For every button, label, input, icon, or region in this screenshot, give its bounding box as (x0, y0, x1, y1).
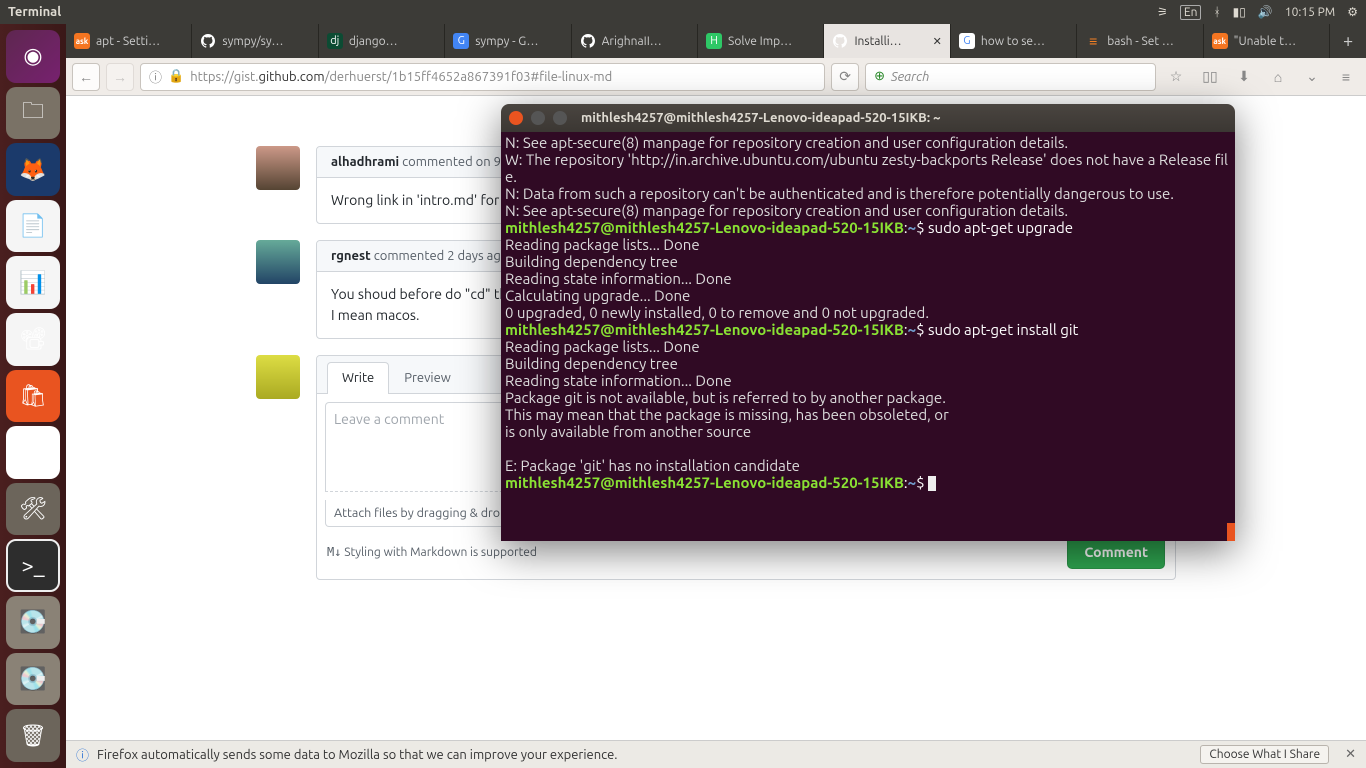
bluetooth-icon[interactable]: ᚼ (1213, 6, 1220, 19)
sound-icon[interactable]: 🔊 (1258, 5, 1273, 19)
favicon: ≡ (1085, 33, 1101, 49)
terminal-window[interactable]: mithlesh4257@mithlesh4257-Lenovo-ideapad… (501, 104, 1235, 541)
downloads-icon[interactable]: ⬇ (1230, 63, 1258, 91)
settings-icon[interactable]: 🛠 (6, 483, 60, 536)
forward-button: → (106, 63, 134, 91)
terminal-titlebar[interactable]: mithlesh4257@mithlesh4257-Lenovo-ideapad… (501, 104, 1235, 132)
close-icon[interactable]: ✕ (1345, 747, 1356, 762)
browser-tab[interactable]: H Solve Imp… (698, 24, 824, 58)
info-icon: ⓘ (76, 745, 89, 764)
system-tray: ⚞ En ᚼ ▮▯ 🔊 10:15 PM ⚙ (1157, 5, 1358, 20)
tab-preview[interactable]: Preview (389, 362, 466, 393)
amazon-icon[interactable]: a (6, 426, 60, 479)
tab-label: ArighnaII… (602, 35, 662, 48)
dash-icon[interactable]: ◉ (6, 30, 60, 83)
search-input[interactable]: ⊕ Search (865, 63, 1156, 91)
avatar[interactable] (256, 240, 300, 284)
maximize-icon[interactable] (553, 111, 567, 125)
browser-tab[interactable]: sympy/sy… (192, 24, 318, 58)
close-icon[interactable] (509, 111, 523, 125)
keyboard-indicator[interactable]: En (1180, 5, 1202, 20)
writer-icon[interactable]: 📄 (6, 200, 60, 253)
disk-icon-2[interactable]: 💽 (6, 653, 60, 706)
favicon: dj (327, 33, 343, 49)
trash-icon[interactable]: 🗑 (6, 709, 60, 762)
system-menubar: Terminal ⚞ En ᚼ ▮▯ 🔊 10:15 PM ⚙ (0, 0, 1366, 24)
browser-tab[interactable]: ArighnaII… (572, 24, 698, 58)
browser-tab[interactable]: Ghow to se… (951, 24, 1077, 58)
info-icon[interactable]: ⓘ (149, 67, 162, 86)
new-tab-button[interactable]: + (1330, 24, 1366, 58)
tab-label: "Unable t… (1234, 35, 1296, 48)
terminal-icon[interactable]: >_ (6, 539, 60, 592)
browser-toolbar: ← → ⓘ 🔒 https://gist.github.com/derhuers… (66, 58, 1366, 96)
tab-write[interactable]: Write (327, 362, 389, 394)
tab-label: bash - Set … (1107, 35, 1174, 48)
library-icon[interactable]: ▯▯ (1196, 63, 1224, 91)
tab-label: sympy - G… (475, 35, 538, 48)
tab-label: sympy/sy… (222, 35, 283, 48)
favicon: ask (1212, 33, 1228, 49)
reload-button[interactable]: ⟳ (831, 63, 859, 91)
choose-share-button[interactable]: Choose What I Share (1200, 745, 1329, 764)
impress-icon[interactable]: 📽 (6, 313, 60, 366)
tab-label: Installi… (854, 35, 901, 48)
gear-icon[interactable]: ⚙ (1347, 5, 1358, 19)
unity-launcher: ◉ 🗀 🦊 📄 📊 📽 🛍 a 🛠 >_ 💽 💽 🗑 (0, 24, 66, 768)
home-icon[interactable]: ⌂ (1264, 63, 1292, 91)
terminal-body[interactable]: N: See apt-secure(8) manpage for reposit… (501, 132, 1235, 541)
favicon (832, 33, 848, 49)
notification-bar: ⓘ Firefox automatically sends some data … (66, 740, 1366, 768)
active-app-title: Terminal (8, 5, 61, 19)
favicon (200, 33, 216, 49)
url-text: https://gist.github.com/derhuerst/1b15ff… (190, 70, 612, 84)
avatar[interactable] (256, 146, 300, 190)
browser-tab[interactable]: Installi… ✕ (824, 24, 950, 58)
tab-close-icon[interactable]: ✕ (933, 35, 942, 48)
browser-tab[interactable]: ≡ bash - Set … (1077, 24, 1203, 58)
wifi-icon[interactable]: ⚞ (1157, 5, 1168, 19)
tab-label: Solve Imp… (728, 35, 792, 48)
clock[interactable]: 10:15 PM (1285, 6, 1335, 19)
scrollbar-thumb[interactable] (1227, 523, 1235, 541)
favicon: G (959, 33, 975, 49)
files-icon[interactable]: 🗀 (6, 87, 60, 140)
lock-icon: 🔒 (168, 69, 184, 84)
tab-label: how to se… (981, 35, 1045, 48)
minimize-icon[interactable] (531, 111, 545, 125)
firefox-icon[interactable]: 🦊 (6, 143, 60, 196)
disk-icon-1[interactable]: 💽 (6, 596, 60, 649)
pocket-icon[interactable]: ⌄ (1298, 63, 1326, 91)
bookmark-star-icon[interactable]: ☆ (1162, 63, 1190, 91)
browser-tab[interactable]: ask "Unable t… (1204, 24, 1330, 58)
avatar[interactable] (256, 355, 300, 399)
favicon: H (706, 33, 722, 49)
tab-label: django… (349, 35, 398, 48)
cursor (928, 476, 936, 491)
favicon (580, 33, 596, 49)
notification-text: Firefox automatically sends some data to… (97, 748, 617, 762)
search-engine-icon: ⊕ (874, 69, 885, 84)
browser-tab[interactable]: ask apt - Setti… (66, 24, 192, 58)
search-placeholder: Search (891, 70, 929, 84)
browser-tab[interactable]: dj django… (319, 24, 445, 58)
browser-tabstrip: ask apt - Setti… sympy/sy… dj django… Gsympy … (66, 24, 1366, 58)
tab-label: apt - Setti… (96, 35, 160, 48)
back-button[interactable]: ← (72, 63, 100, 91)
markdown-hint: M↓ Styling with Markdown is supported (327, 545, 537, 559)
favicon: ask (74, 33, 90, 49)
browser-tab[interactable]: Gsympy - G… (445, 24, 571, 58)
terminal-title: mithlesh4257@mithlesh4257-Lenovo-ideapad… (581, 111, 940, 125)
battery-icon[interactable]: ▮▯ (1233, 5, 1246, 19)
url-input[interactable]: ⓘ 🔒 https://gist.github.com/derhuerst/1b… (140, 63, 825, 91)
hamburger-icon[interactable]: ≡ (1332, 63, 1360, 91)
favicon: G (453, 33, 469, 49)
calc-icon[interactable]: 📊 (6, 256, 60, 309)
software-icon[interactable]: 🛍 (6, 370, 60, 423)
